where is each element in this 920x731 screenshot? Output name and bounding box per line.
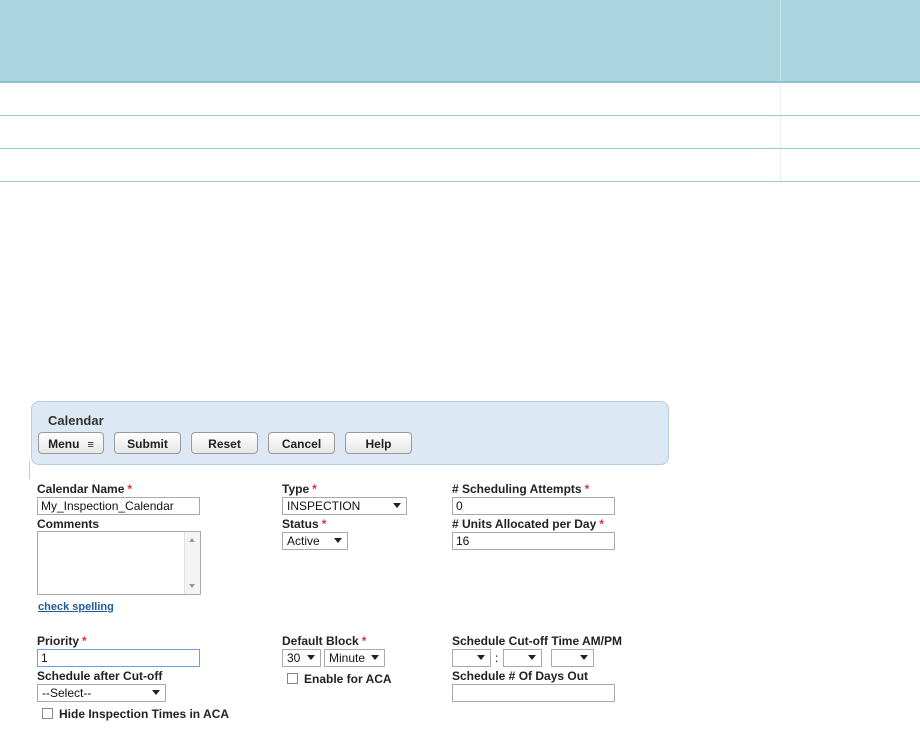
- enable-aca-label: Enable for ACA: [304, 672, 392, 686]
- schedule-after-cutoff-select[interactable]: --Select--: [37, 684, 166, 702]
- scroll-down-icon[interactable]: [189, 584, 195, 588]
- cancel-button[interactable]: Cancel: [268, 432, 335, 454]
- table-row[interactable]: [0, 149, 920, 182]
- cutoff-minute-select[interactable]: [503, 649, 542, 667]
- chevron-down-icon: [334, 538, 342, 543]
- priority-label: Priority *: [37, 634, 87, 648]
- cutoff-ampm-select[interactable]: [551, 649, 594, 667]
- scheduling-attempts-input[interactable]: [452, 497, 615, 515]
- chevron-down-icon: [152, 690, 160, 695]
- comments-scrollbar[interactable]: [184, 532, 200, 594]
- cutoff-time-label: Schedule Cut-off Time AM/PM: [452, 634, 623, 648]
- scroll-up-icon[interactable]: [189, 538, 195, 542]
- chevron-down-icon: [580, 655, 588, 660]
- menu-lines-icon: ≡: [87, 439, 94, 451]
- submit-button[interactable]: Submit: [114, 432, 181, 454]
- column-divider: [780, 116, 781, 148]
- enable-aca-checkbox[interactable]: [287, 673, 298, 684]
- default-block-select[interactable]: 30: [282, 649, 321, 667]
- chevron-down-icon: [393, 503, 401, 508]
- comments-label: Comments: [37, 517, 100, 531]
- help-button[interactable]: Help: [345, 432, 412, 454]
- type-label: Type *: [282, 482, 317, 496]
- reset-button[interactable]: Reset: [191, 432, 258, 454]
- days-out-label: Schedule # Of Days Out: [452, 669, 589, 683]
- table-header: [0, 0, 920, 83]
- status-select[interactable]: Active: [282, 532, 348, 550]
- default-block-unit-select[interactable]: Minute: [324, 649, 385, 667]
- calendar-toolbar: Calendar Menu ≡ Submit Reset Cancel Help: [31, 401, 669, 465]
- chevron-down-icon: [528, 655, 536, 660]
- chevron-down-icon: [307, 655, 315, 660]
- calendar-name-input[interactable]: [37, 497, 200, 515]
- type-select[interactable]: INSPECTION: [282, 497, 407, 515]
- table-row[interactable]: [0, 83, 920, 116]
- calendar-name-label: Calendar Name *: [37, 482, 133, 496]
- default-block-label: Default Block *: [282, 634, 367, 648]
- scheduling-attempts-label: # Scheduling Attempts *: [452, 482, 590, 496]
- hide-inspection-label: Hide Inspection Times in ACA: [59, 707, 230, 721]
- panel-title: Calendar: [48, 413, 104, 428]
- status-label: Status *: [282, 517, 327, 531]
- cutoff-hour-select[interactable]: [452, 649, 491, 667]
- check-spelling-link[interactable]: check spelling: [38, 601, 114, 613]
- schedule-after-cutoff-label: Schedule after Cut-off: [37, 669, 163, 683]
- days-out-input[interactable]: [452, 684, 615, 702]
- results-table: [0, 0, 920, 182]
- comments-textarea[interactable]: [37, 531, 201, 595]
- hide-inspection-checkbox[interactable]: [42, 708, 53, 719]
- priority-input[interactable]: [37, 649, 200, 667]
- menu-button[interactable]: Menu ≡: [38, 432, 104, 454]
- units-allocated-input[interactable]: [452, 532, 615, 550]
- menu-button-label: Menu: [48, 437, 80, 451]
- column-divider: [780, 83, 781, 115]
- chevron-down-icon: [371, 655, 379, 660]
- divider: [29, 461, 30, 479]
- header-column-divider: [780, 0, 781, 81]
- time-separator: :: [495, 651, 499, 665]
- units-allocated-label: # Units Allocated per Day *: [452, 517, 604, 531]
- chevron-down-icon: [477, 655, 485, 660]
- column-divider: [780, 149, 781, 181]
- table-row[interactable]: [0, 116, 920, 149]
